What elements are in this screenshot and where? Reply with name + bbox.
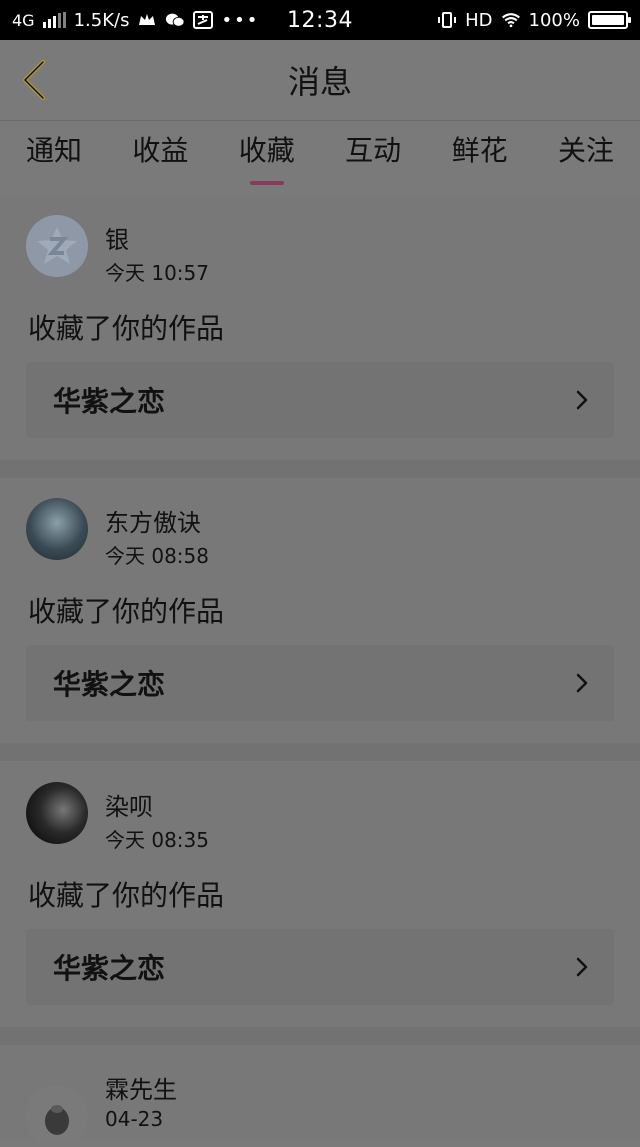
username[interactable]: 东方傲诀 <box>105 503 201 538</box>
work-title: 华紫之恋 <box>53 952 166 985</box>
nav-header: 消息 <box>0 40 640 120</box>
vibrate-icon <box>438 12 457 28</box>
tab-earnings[interactable]: 收益 <box>132 129 188 179</box>
work-card[interactable]: 华紫之恋 <box>26 645 614 721</box>
status-bar: 4G 1.5K/s ••• 12:34 HD 100% <box>0 0 640 40</box>
chevron-left-icon <box>23 60 45 100</box>
action-text: 收藏了你的作品 <box>28 879 225 912</box>
timestamp: 今天 10:57 <box>105 261 209 285</box>
clock: 12:34 <box>287 7 353 33</box>
tab-favorites[interactable]: 收藏 <box>239 129 295 179</box>
divider <box>0 1027 640 1045</box>
avatar[interactable] <box>26 215 88 277</box>
chevron-right-icon <box>576 673 588 693</box>
hd-label: HD <box>465 9 493 31</box>
message-item: 霖先生 04-23 <box>0 1045 640 1147</box>
divider <box>0 460 640 478</box>
message-item: 染呗 今天 08:35 收藏了你的作品 华紫之恋 <box>0 762 640 1027</box>
network-speed: 1.5K/s <box>73 9 130 31</box>
work-title: 华紫之恋 <box>53 385 166 418</box>
avatar[interactable] <box>26 498 88 560</box>
divider <box>0 743 640 761</box>
tab-notifications[interactable]: 通知 <box>26 129 82 179</box>
chevron-right-icon <box>576 390 588 410</box>
default-avatar-icon <box>26 215 88 277</box>
back-button[interactable] <box>14 56 54 104</box>
network-type: 4G <box>12 10 35 30</box>
status-left: 4G 1.5K/s ••• <box>12 10 262 31</box>
more-icon: ••• <box>221 9 260 31</box>
username[interactable]: 霖先生 <box>105 1070 177 1105</box>
status-right: HD 100% <box>378 9 631 31</box>
alipay-icon <box>193 11 214 29</box>
timestamp: 04-23 <box>105 1107 164 1131</box>
username[interactable]: 染呗 <box>105 787 153 822</box>
timestamp: 今天 08:58 <box>105 544 209 568</box>
battery-icon <box>588 11 631 29</box>
page-title: 消息 <box>287 63 352 101</box>
chevron-right-icon <box>576 957 588 977</box>
tab-flowers[interactable]: 鲜花 <box>452 129 508 179</box>
wifi-icon <box>501 13 520 28</box>
tab-bar: 通知 收益 收藏 互动 鲜花 关注 <box>0 120 640 186</box>
work-title: 华紫之恋 <box>53 668 166 701</box>
tab-follows[interactable]: 关注 <box>558 129 614 179</box>
battery-percent: 100% <box>528 9 580 31</box>
message-item: 银 今天 10:57 收藏了你的作品 华紫之恋 <box>0 195 640 460</box>
signal-icon <box>42 12 66 28</box>
timestamp: 今天 08:35 <box>105 828 209 852</box>
tab-interactions[interactable]: 互动 <box>345 129 401 179</box>
work-card[interactable]: 华紫之恋 <box>26 929 614 1005</box>
action-text: 收藏了你的作品 <box>28 312 225 345</box>
work-card[interactable]: 华紫之恋 <box>26 362 614 438</box>
avatar[interactable] <box>26 782 88 844</box>
username[interactable]: 银 <box>105 220 129 255</box>
crown-icon <box>139 14 156 25</box>
message-item: 东方傲诀 今天 08:58 收藏了你的作品 华紫之恋 <box>0 478 640 743</box>
action-text: 收藏了你的作品 <box>28 595 225 628</box>
wechat-icon <box>166 13 185 27</box>
